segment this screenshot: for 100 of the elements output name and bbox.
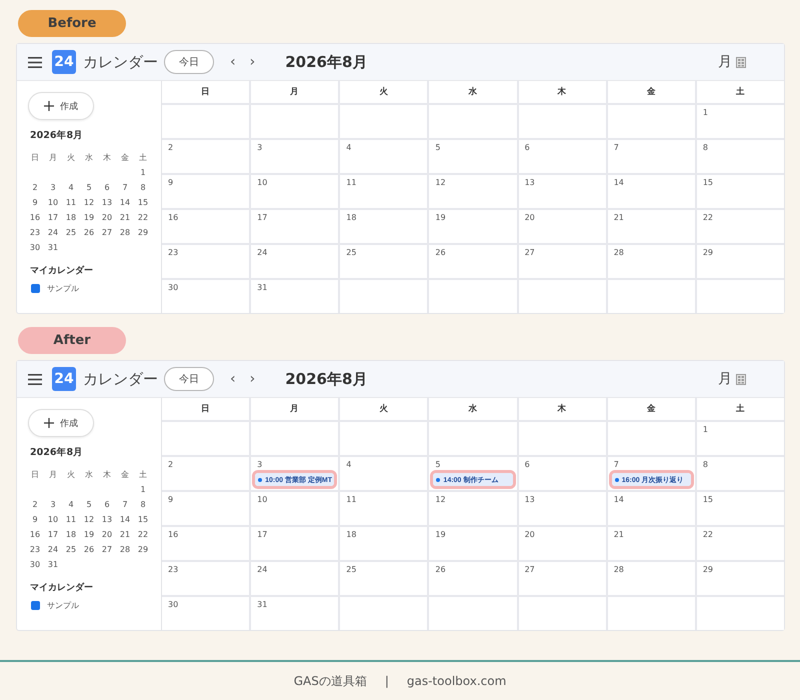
mini-date[interactable]: 2 [26,497,44,512]
mini-date[interactable]: 27 [98,225,116,240]
mini-date[interactable]: 6 [98,180,116,195]
mini-date[interactable]: 22 [134,527,152,542]
mini-date[interactable]: 7 [116,180,134,195]
create-button[interactable]: 作成 [28,409,94,437]
mini-date[interactable]: 28 [116,225,134,240]
mini-date[interactable]: 4 [62,180,80,195]
date-number: 16 [168,530,178,540]
mini-date[interactable]: 11 [62,195,80,210]
date-number: 5 [435,143,441,153]
mini-date[interactable]: 17 [44,527,62,542]
create-button[interactable]: 作成 [28,92,94,120]
mini-date[interactable]: 10 [44,195,62,210]
date-number: 11 [346,178,356,188]
date-number: 3 [257,460,262,470]
mini-date[interactable]: 29 [134,542,152,557]
mini-date[interactable]: 16 [26,210,44,225]
mini-date[interactable]: 26 [80,542,98,557]
mini-weekday: 月 [48,469,58,481]
mini-date[interactable]: 21 [116,210,134,225]
mini-date[interactable]: 14 [116,512,134,527]
mini-date[interactable]: 23 [26,225,44,240]
mini-date[interactable]: 6 [98,497,116,512]
today-button[interactable]: 今日 [164,367,214,391]
mini-date[interactable]: 5 [80,497,98,512]
today-button[interactable]: 今日 [164,50,214,74]
mini-date[interactable]: 1 [134,482,152,497]
mini-date[interactable]: 5 [80,180,98,195]
mini-date[interactable]: 3 [44,180,62,195]
date-number: 30 [168,600,178,610]
previous-button[interactable]: ‹ [226,371,240,387]
view-button[interactable]: 月 [718,53,746,71]
mini-date[interactable]: 30 [26,240,44,255]
mini-date[interactable]: 17 [44,210,62,225]
view-button[interactable]: 月 [718,370,746,388]
calendar-logo: 24 [52,367,76,391]
mini-date[interactable]: 16 [26,527,44,542]
calendar-name: サンプル [47,600,79,611]
previous-button[interactable]: ‹ [226,54,240,70]
mini-date[interactable]: 4 [62,497,80,512]
date-number: 15 [702,495,714,505]
mini-date[interactable]: 23 [26,542,44,557]
swatch-icon[interactable] [31,601,40,610]
month-title: 2026年8月 [285,52,368,72]
mini-date[interactable]: 20 [98,210,116,225]
date-number: 21 [614,213,624,223]
date-number: 6 [524,460,530,470]
weekday-header: 月 [251,81,338,103]
mini-date[interactable]: 12 [80,195,98,210]
mini-date[interactable]: 25 [62,225,80,240]
mini-date[interactable]: 19 [80,527,98,542]
mini-date[interactable]: 31 [44,240,62,255]
mini-date[interactable]: 27 [98,542,116,557]
mini-date[interactable]: 9 [26,195,44,210]
mini-date[interactable]: 24 [44,225,62,240]
mini-date[interactable]: 15 [134,195,152,210]
grid-icon [736,56,746,68]
mini-date[interactable]: 13 [98,512,116,527]
mini-date[interactable]: 2 [26,180,44,195]
mini-date[interactable]: 29 [134,225,152,240]
mini-date[interactable]: 1 [134,165,152,180]
mini-date[interactable]: 30 [26,557,44,572]
mini-date[interactable]: 7 [116,497,134,512]
date-number: 3 [257,143,262,153]
mini-date[interactable]: 10 [44,512,62,527]
menu-icon[interactable] [28,56,42,68]
weekday-header: 木 [518,81,606,103]
mini-date[interactable]: 19 [80,210,98,225]
menu-icon[interactable] [28,374,42,384]
mini-date[interactable]: 24 [44,542,62,557]
my-calendars-heading: マイカレンダー [30,265,94,277]
swatch-icon[interactable] [31,284,40,293]
mini-date[interactable]: 8 [134,497,152,512]
mini-date[interactable]: 15 [134,512,152,527]
mini-date[interactable]: 20 [98,527,116,542]
mini-date[interactable]: 8 [134,180,152,195]
mini-date[interactable]: 18 [62,210,80,225]
mini-date[interactable]: 22 [134,210,152,225]
mini-date[interactable]: 3 [44,497,62,512]
mini-date[interactable]: 13 [98,195,116,210]
mini-date[interactable]: 31 [44,557,62,572]
next-button[interactable]: › [246,54,260,70]
mini-date[interactable]: 26 [80,225,98,240]
mini-date[interactable]: 12 [80,512,98,527]
mini-date[interactable]: 21 [116,527,134,542]
mini-date[interactable]: 25 [62,542,80,557]
date-number: 6 [524,143,530,153]
mini-date[interactable]: 18 [62,527,80,542]
mini-date[interactable]: 28 [116,542,134,557]
date-number: 13 [524,178,535,188]
mini-date[interactable]: 9 [26,512,44,527]
date-number: 2 [168,143,174,153]
next-button[interactable]: › [246,371,260,387]
site-name: GASの道具箱 [294,672,367,690]
date-number: 28 [614,248,624,258]
date-number: 19 [435,213,446,223]
mini-date[interactable]: 11 [62,512,80,527]
mini-date[interactable]: 14 [116,195,134,210]
date-number: 2 [168,460,174,470]
